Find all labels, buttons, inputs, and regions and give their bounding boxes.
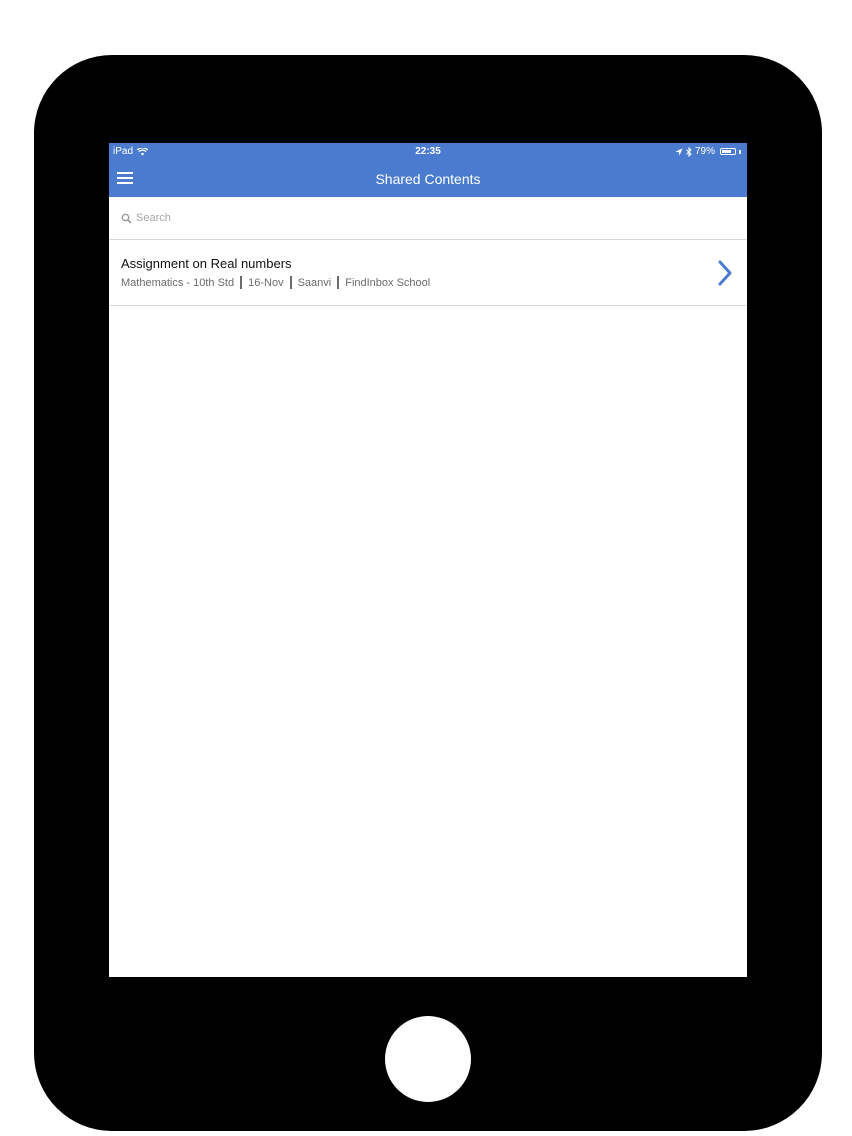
status-time: 22:35: [415, 146, 441, 157]
battery-percent: 79%: [694, 146, 715, 157]
item-title: Assignment on Real numbers: [121, 256, 292, 271]
meta-separator: [337, 276, 340, 289]
bluetooth-icon: [686, 146, 692, 157]
meta-separator: [240, 276, 243, 289]
search-input[interactable]: [136, 212, 716, 224]
page-title: Shared Contents: [375, 171, 481, 187]
chevron-right-icon[interactable]: [717, 260, 733, 286]
home-button[interactable]: [385, 1016, 471, 1102]
search-icon: [121, 213, 132, 224]
battery-level: [722, 150, 731, 153]
battery-icon: [720, 148, 736, 155]
search-bar[interactable]: [109, 197, 747, 240]
app-screen: iPad 22:35 79% Shared Contents Search As…: [109, 143, 747, 977]
status-right: 79%: [675, 146, 741, 157]
meta-separator: [289, 276, 292, 289]
status-bar: iPad 22:35 79%: [109, 143, 747, 161]
list-item-assignment[interactable]: Assignment on Real numbers Mathematics -…: [109, 240, 747, 306]
item-student: Saanvi: [297, 276, 332, 289]
navigation-bar: Shared Contents: [109, 161, 747, 197]
location-icon: [675, 147, 683, 156]
item-subject: Mathematics - 10th Std: [121, 276, 235, 289]
item-date: 16-Nov: [248, 276, 284, 289]
battery-tip: [739, 149, 741, 154]
item-school: FindInbox School: [345, 276, 431, 289]
item-meta: Mathematics - 10th Std 16-Nov Saanvi Fin…: [121, 276, 430, 289]
